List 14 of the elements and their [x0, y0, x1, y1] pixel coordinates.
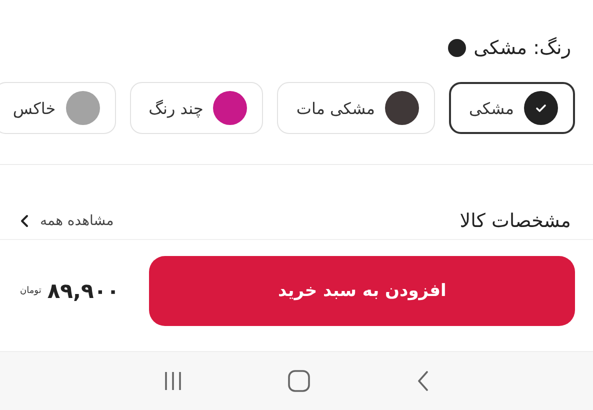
recent-apps-icon[interactable]: [162, 371, 182, 391]
color-option[interactable]: چند رنگ: [130, 82, 264, 134]
color-label: رنگ:: [533, 37, 571, 59]
color-option[interactable]: مشکی: [448, 82, 575, 134]
price: ۸۹,۹۰۰: [47, 279, 120, 303]
chevron-left-icon: [20, 214, 30, 228]
home-icon[interactable]: [288, 370, 310, 392]
section-title: مشخصات کالا: [460, 210, 571, 232]
add-to-cart-button[interactable]: افزودن به سبد خرید: [149, 256, 575, 326]
currency-label: تومان: [20, 286, 42, 296]
selected-color-name: مشکی: [474, 37, 528, 59]
see-all-link[interactable]: مشاهده همه: [20, 213, 114, 229]
color-option[interactable]: خاکس: [0, 82, 116, 134]
color-option[interactable]: مشکی مات: [277, 82, 435, 134]
